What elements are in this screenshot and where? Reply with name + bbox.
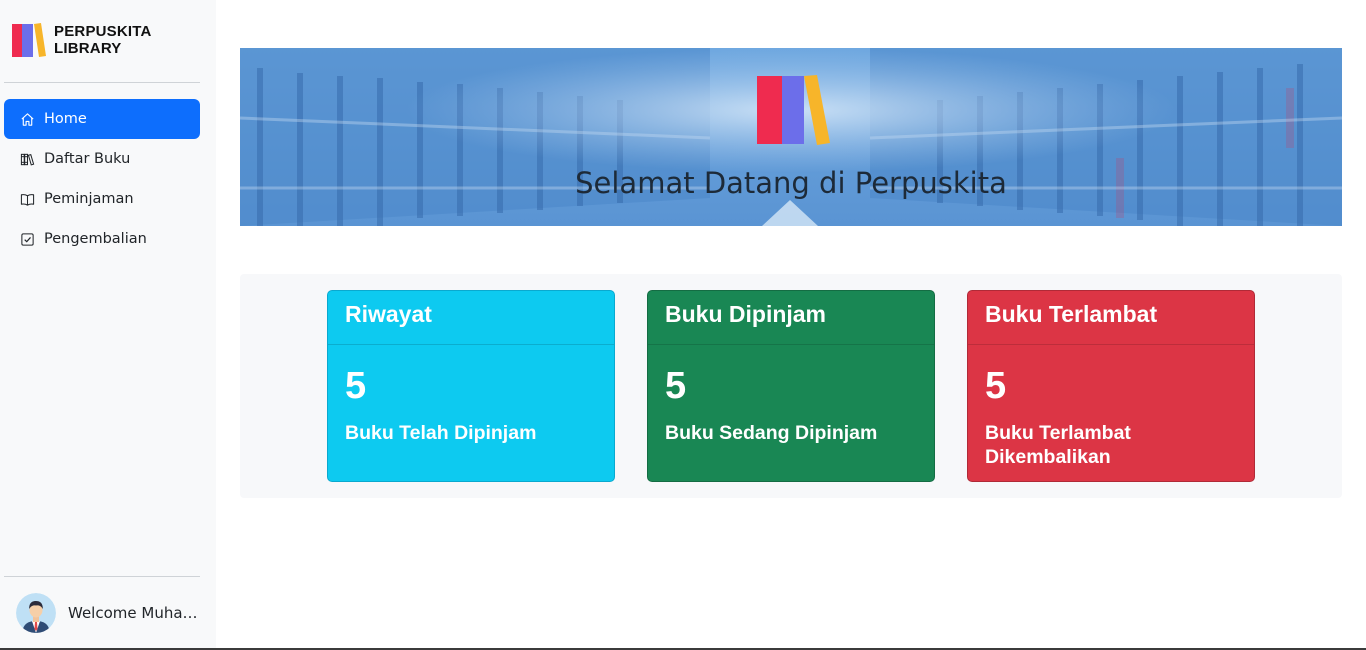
- card-riwayat[interactable]: Riwayat 5 Buku Telah Dipinjam: [327, 290, 615, 482]
- card-text: Buku Sedang Dipinjam: [665, 422, 878, 444]
- avatar[interactable]: [16, 593, 56, 633]
- sidebar-divider: [4, 82, 200, 83]
- library-logo-icon: [12, 23, 46, 57]
- user-profile[interactable]: Welcome Muham...: [16, 593, 206, 633]
- sidebar-item-label: Pengembalian: [44, 231, 147, 247]
- card-body: 5 Buku Terlambat Dikembalikan: [968, 345, 1254, 487]
- banner-title: Selamat Datang di Perpuskita: [575, 166, 1007, 200]
- brand-line2: LIBRARY: [54, 40, 122, 57]
- books-icon: [20, 153, 35, 165]
- card-title: Buku Terlambat: [968, 291, 1254, 345]
- brand-name: PERPUSKITA LIBRARY: [54, 23, 152, 57]
- sidebar-item-home[interactable]: Home: [4, 99, 200, 139]
- welcome-banner: Selamat Datang di Perpuskita: [240, 48, 1342, 226]
- card-body: 5 Buku Telah Dipinjam: [328, 345, 614, 463]
- library-logo-icon: [757, 75, 830, 145]
- card-text: Buku Terlambat Dikembalikan: [985, 422, 1131, 468]
- sidebar: PERPUSKITA LIBRARY Home Daftar Buku Pemi…: [0, 0, 216, 650]
- sidebar-item-label: Peminjaman: [44, 191, 134, 207]
- sidebar-item-label: Home: [44, 111, 87, 127]
- card-count: 5: [985, 365, 1007, 407]
- sidebar-item-peminjaman[interactable]: Peminjaman: [4, 179, 200, 219]
- check-square-icon: [21, 232, 34, 246]
- sidebar-item-label: Daftar Buku: [44, 151, 131, 167]
- user-avatar-icon: [16, 593, 56, 633]
- card-title: Buku Dipinjam: [648, 291, 934, 345]
- card-title: Riwayat: [328, 291, 614, 345]
- card-body: 5 Buku Sedang Dipinjam: [648, 345, 934, 463]
- card-count: 5: [345, 365, 367, 407]
- open-book-icon: [20, 193, 35, 206]
- welcome-text: Welcome Muham...: [68, 604, 206, 622]
- sidebar-nav: Home Daftar Buku Peminjaman Pengembalian: [4, 99, 200, 259]
- card-buku-terlambat[interactable]: Buku Terlambat 5 Buku Terlambat Dikembal…: [967, 290, 1255, 482]
- home-icon: [21, 112, 34, 126]
- sidebar-item-pengembalian[interactable]: Pengembalian: [4, 219, 200, 259]
- sidebar-item-daftar-buku[interactable]: Daftar Buku: [4, 139, 200, 179]
- sidebar-divider: [4, 576, 200, 577]
- stats-cards: Riwayat 5 Buku Telah Dipinjam Buku Dipin…: [240, 274, 1342, 498]
- brand[interactable]: PERPUSKITA LIBRARY: [12, 22, 152, 58]
- card-buku-dipinjam[interactable]: Buku Dipinjam 5 Buku Sedang Dipinjam: [647, 290, 935, 482]
- brand-line1: PERPUSKITA: [54, 23, 152, 40]
- card-text: Buku Telah Dipinjam: [345, 422, 537, 444]
- card-count: 5: [665, 365, 687, 407]
